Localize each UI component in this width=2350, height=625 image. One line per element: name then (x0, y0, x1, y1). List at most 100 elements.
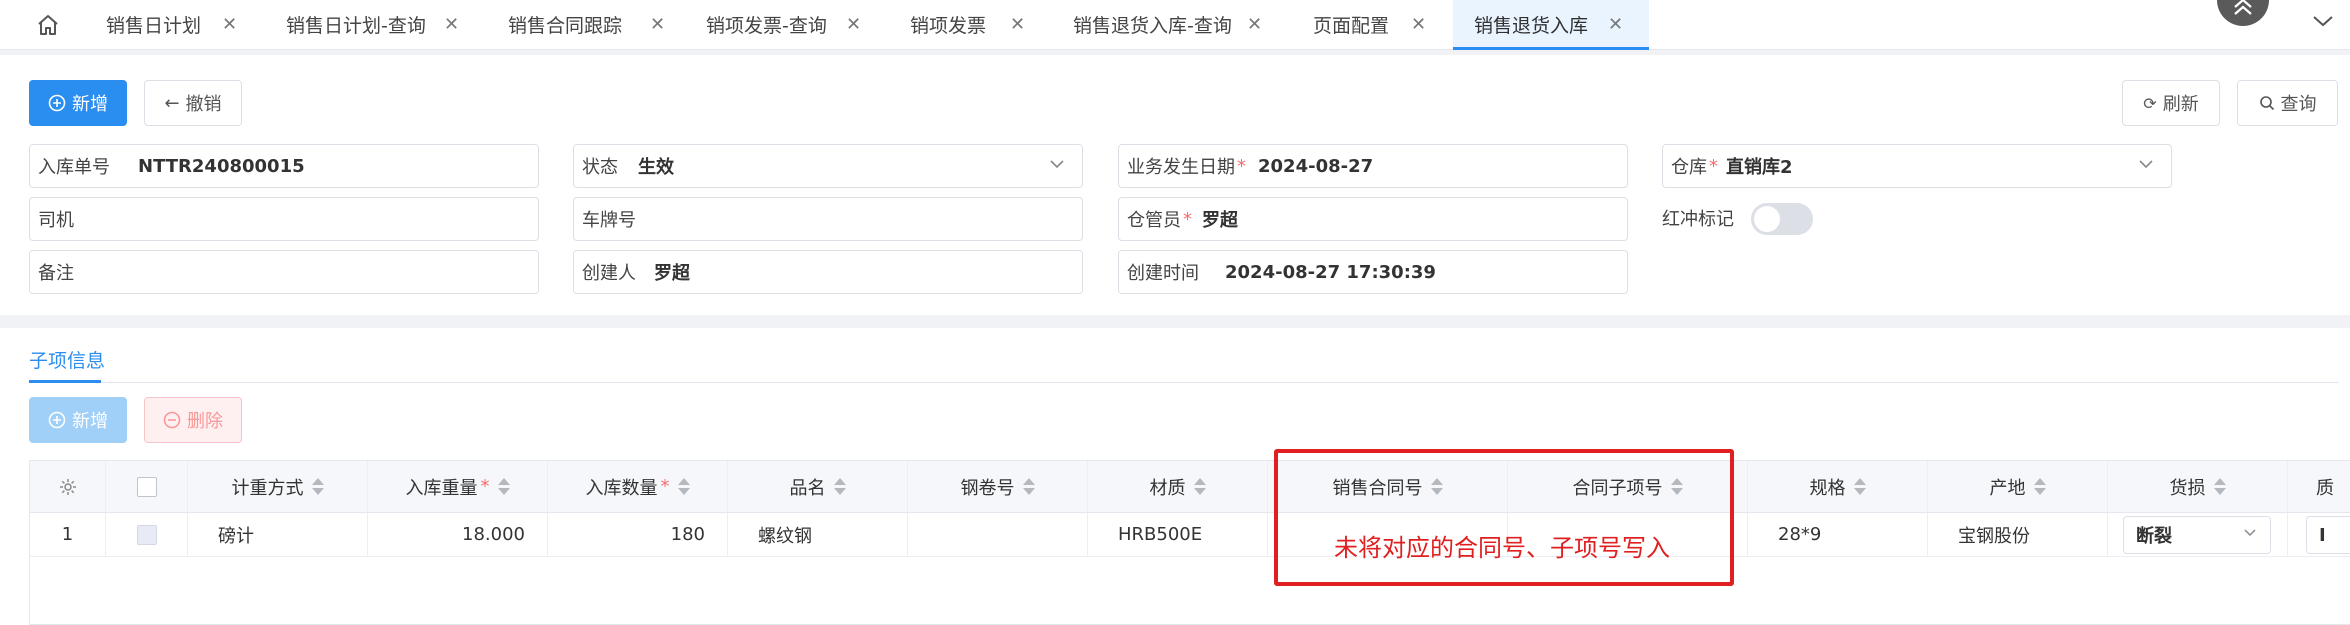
cell-weigh-method[interactable]: 磅计 (188, 513, 368, 556)
tab-label: 销售合同跟踪 (508, 14, 623, 37)
search-icon (2259, 96, 2274, 111)
sort-icon[interactable] (833, 478, 846, 495)
sub-delete-button[interactable]: 删除 (144, 397, 242, 443)
close-icon[interactable]: ✕ (222, 14, 237, 35)
tab-sales-return-query[interactable]: 销售退货入库-查询 ✕ (1055, 0, 1275, 48)
tab-label: 销项发票-查询 (706, 14, 827, 37)
status-select[interactable]: 状态 生效 (573, 144, 1083, 188)
sub-items-table: 计重方式 入库重量 * 入库数量 * 品名 钢卷号 材质 销售合同号 合同子项号 规… (29, 460, 2350, 625)
sort-icon[interactable] (1853, 478, 1866, 495)
red-flag-toggle[interactable] (1751, 203, 1813, 235)
warehouse-select[interactable]: 仓库 * 直销库2 (1662, 144, 2172, 188)
col-label: 质 (2316, 477, 2334, 499)
tab-page-config[interactable]: 页面配置 ✕ (1295, 0, 1430, 48)
sub-add-button[interactable]: 新增 (29, 397, 127, 443)
cell-damage: 断裂 (2108, 513, 2288, 556)
table-header: 计重方式 入库重量 * 入库数量 * 品名 钢卷号 材质 销售合同号 合同子项号 规… (30, 461, 2350, 513)
receipt-no-field[interactable]: 入库单号 NTTR240800015 (29, 144, 539, 188)
col-label: 产地 (1989, 477, 2026, 499)
settings-icon[interactable] (30, 461, 106, 512)
chevron-down-icon (2242, 525, 2258, 546)
arrow-left-icon: ← (164, 92, 180, 114)
annotation-box (1274, 449, 1734, 586)
required-mark: * (1709, 155, 1718, 177)
cell-product[interactable]: 螺纹钢 (728, 513, 908, 556)
tab-label: 销项发票 (910, 14, 987, 37)
close-icon[interactable]: ✕ (650, 14, 665, 35)
refresh-button[interactable]: ⟳ 刷新 (2122, 80, 2220, 126)
sort-icon[interactable] (2213, 478, 2226, 495)
col-coil-no[interactable]: 钢卷号 (908, 461, 1088, 512)
extra-value: I (2319, 524, 2326, 546)
cell-origin[interactable]: 宝钢股份 (1928, 513, 2108, 556)
tab-label: 页面配置 (1313, 14, 1390, 37)
close-icon[interactable]: ✕ (1411, 14, 1426, 35)
plate-field[interactable]: 车牌号 (573, 197, 1083, 241)
col-label: 入库重量 (405, 477, 478, 499)
home-icon[interactable] (30, 10, 66, 40)
cell-weight[interactable]: 18.000 (368, 513, 548, 556)
creator-label: 创建人 (582, 263, 636, 284)
tab-output-invoice[interactable]: 销项发票 ✕ (892, 0, 1027, 48)
close-icon[interactable]: ✕ (846, 14, 861, 35)
tab-sales-contract-tracking[interactable]: 销售合同跟踪 ✕ (490, 0, 665, 48)
table-row[interactable]: 1 磅计 18.000 180 螺纹钢 HRB500E 28*9 宝钢股份 断裂… (30, 513, 2350, 557)
sort-icon[interactable] (1022, 478, 1035, 495)
created-at-field[interactable]: 创建时间 2024-08-27 17:30:39 (1118, 250, 1628, 294)
close-icon[interactable]: ✕ (1608, 14, 1623, 35)
tab-sub-items[interactable]: 子项信息 (29, 346, 105, 373)
tab-output-invoice-query[interactable]: 销项发票-查询 ✕ (688, 0, 873, 48)
cell-coil-no[interactable] (908, 513, 1088, 556)
driver-field[interactable]: 司机 (29, 197, 539, 241)
tab-label: 销售退货入库-查询 (1073, 14, 1232, 37)
col-label: 计重方式 (231, 477, 304, 499)
cell-extra: I (2288, 513, 2350, 556)
close-icon[interactable]: ✕ (444, 14, 459, 35)
col-qty[interactable]: 入库数量 * (548, 461, 728, 512)
revoke-button[interactable]: ← 撤销 (144, 80, 242, 126)
col-weigh-method[interactable]: 计重方式 (188, 461, 368, 512)
plus-circle-icon (48, 411, 66, 429)
col-damage[interactable]: 货损 (2108, 461, 2288, 512)
col-origin[interactable]: 产地 (1928, 461, 2108, 512)
tab-sales-daily-plan[interactable]: 销售日计划 ✕ (88, 0, 263, 48)
tab-sales-return-inbound[interactable]: 销售退货入库 ✕ (1453, 0, 1649, 50)
cell-spec[interactable]: 28*9 (1748, 513, 1928, 556)
biz-date-field[interactable]: 业务发生日期 * 2024-08-27 (1118, 144, 1628, 188)
sort-icon[interactable] (677, 478, 690, 495)
warehouse-value: 直销库2 (1726, 157, 1793, 178)
cell-material[interactable]: HRB500E (1088, 513, 1268, 556)
chevron-down-icon[interactable] (2312, 12, 2334, 33)
col-material[interactable]: 材质 (1088, 461, 1268, 512)
minus-circle-icon (163, 411, 181, 429)
col-spec[interactable]: 规格 (1748, 461, 1928, 512)
damage-select[interactable]: 断裂 (2123, 516, 2271, 554)
sort-icon[interactable] (311, 478, 324, 495)
extra-select[interactable]: I (2306, 516, 2350, 554)
row-checkbox[interactable] (106, 513, 188, 556)
sort-icon[interactable] (2033, 478, 2046, 495)
col-product[interactable]: 品名 (728, 461, 908, 512)
sort-icon[interactable] (497, 478, 510, 495)
warehouse-label: 仓库 (1671, 157, 1707, 178)
double-chevron-up-icon (2234, 0, 2252, 15)
query-button[interactable]: 查询 (2237, 80, 2338, 126)
keeper-field[interactable]: 仓管员 * 罗超 (1118, 197, 1628, 241)
select-all-checkbox[interactable] (106, 461, 188, 512)
add-button[interactable]: 新增 (29, 80, 127, 126)
sort-icon[interactable] (1193, 478, 1206, 495)
col-weight[interactable]: 入库重量 * (368, 461, 548, 512)
row-index: 1 (30, 513, 106, 556)
col-extra[interactable]: 质 (2288, 461, 2350, 512)
tab-label: 销售日计划-查询 (286, 14, 426, 37)
creator-field[interactable]: 创建人 罗超 (573, 250, 1083, 294)
receipt-no-label: 入库单号 (38, 157, 110, 178)
cell-qty[interactable]: 180 (548, 513, 728, 556)
collapse-button[interactable] (2217, 0, 2269, 26)
status-label: 状态 (582, 157, 618, 178)
remark-field[interactable]: 备注 (29, 250, 539, 294)
keeper-value: 罗超 (1202, 210, 1238, 231)
close-icon[interactable]: ✕ (1010, 14, 1025, 35)
tab-sales-daily-plan-query[interactable]: 销售日计划-查询 ✕ (268, 0, 468, 48)
close-icon[interactable]: ✕ (1247, 14, 1262, 35)
